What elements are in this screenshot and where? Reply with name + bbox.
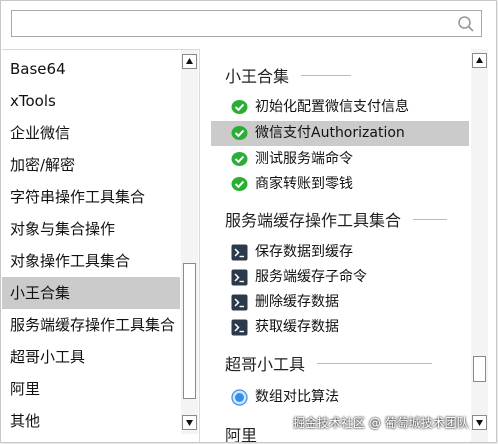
scroll-up-arrow-icon[interactable]	[182, 54, 197, 69]
command-label: 商家转账到零钱	[255, 176, 353, 192]
command-label: 服务端缓存子命令	[255, 269, 367, 285]
command-list: 小王合集 初始化配置微信支付信息 微信支付Authorization 测试服务端…	[211, 49, 469, 442]
command-scroll-thumb[interactable]	[473, 356, 486, 382]
scroll-up-arrow-icon[interactable]	[472, 53, 487, 68]
search-icon[interactable]	[457, 15, 475, 33]
group-divider	[413, 218, 448, 220]
category-item[interactable]: 超哥小工具	[2, 341, 180, 373]
wechat-pay-icon	[231, 100, 248, 114]
group-divider	[317, 362, 433, 364]
category-item[interactable]: Base64	[2, 53, 180, 85]
category-scrollbar[interactable]	[181, 50, 198, 434]
command-label: 数组对比算法	[255, 389, 339, 405]
category-scroll-thumb[interactable]	[183, 263, 196, 399]
wechat-pay-icon	[231, 126, 248, 140]
category-item-selected[interactable]: 小王合集	[2, 277, 180, 309]
scroll-down-arrow-icon[interactable]	[472, 415, 487, 430]
compare-circle-icon	[231, 389, 248, 406]
group-divider	[301, 74, 352, 76]
command-item[interactable]: 数组对比算法	[211, 385, 469, 410]
scroll-down-arrow-icon[interactable]	[182, 415, 197, 430]
category-item[interactable]: 字符串操作工具集合	[2, 181, 180, 213]
category-list: Base64 xTools 企业微信 加密/解密 字符串操作工具集合 对象与集合…	[2, 49, 200, 442]
group-header: 阿里	[225, 422, 257, 442]
category-item[interactable]: 加密/解密	[2, 149, 180, 181]
category-item[interactable]: 对象与集合操作	[2, 213, 180, 245]
command-item[interactable]: 保存数据到缓存	[211, 240, 469, 265]
watermark: 掘金技术社区 @ 葡萄城技术团队	[293, 416, 469, 430]
command-label: 测试服务端命令	[255, 151, 353, 167]
category-item[interactable]: 服务端缓存操作工具集合	[2, 309, 180, 341]
command-item[interactable]: 删除缓存数据	[211, 290, 469, 315]
terminal-icon	[231, 294, 248, 311]
terminal-icon	[231, 244, 248, 261]
command-scrollbar[interactable]	[471, 49, 488, 442]
search-input[interactable]	[11, 10, 482, 37]
command-item[interactable]: 服务端缓存子命令	[211, 265, 469, 290]
group-header: 服务端缓存操作工具集合	[225, 207, 448, 231]
wechat-pay-icon	[231, 152, 248, 166]
command-item[interactable]: 测试服务端命令	[211, 147, 469, 172]
command-item[interactable]: 初始化配置微信支付信息	[211, 95, 469, 120]
search-field[interactable]	[16, 14, 450, 35]
group-title: 服务端缓存操作工具集合	[225, 211, 402, 230]
category-item[interactable]: xTools	[2, 85, 180, 117]
category-item[interactable]: 企业微信	[2, 117, 180, 149]
terminal-icon	[231, 319, 248, 336]
command-label: 获取缓存数据	[255, 319, 339, 335]
group-title: 小王合集	[225, 67, 290, 86]
wechat-pay-icon	[231, 177, 248, 191]
group-header: 小王合集	[225, 63, 352, 87]
command-label: 删除缓存数据	[255, 294, 339, 310]
command-item-selected[interactable]: 微信支付Authorization	[211, 121, 469, 146]
group-header: 超哥小工具	[225, 351, 433, 375]
category-item[interactable]: 对象操作工具集合	[2, 245, 180, 277]
command-item[interactable]: 商家转账到零钱	[211, 172, 469, 197]
quick-launcher-window: Base64 xTools 企业微信 加密/解密 字符串操作工具集合 对象与集合…	[0, 0, 497, 443]
category-item[interactable]: 阿里	[2, 373, 180, 405]
group-title: 超哥小工具	[225, 355, 306, 374]
terminal-icon	[231, 269, 248, 286]
group-title: 阿里	[225, 426, 258, 442]
command-label: 微信支付Authorization	[255, 125, 405, 141]
category-item[interactable]: 其他	[2, 405, 180, 437]
command-item[interactable]: 获取缓存数据	[211, 315, 469, 340]
command-label: 初始化配置微信支付信息	[255, 99, 409, 115]
command-label: 保存数据到缓存	[255, 244, 353, 260]
